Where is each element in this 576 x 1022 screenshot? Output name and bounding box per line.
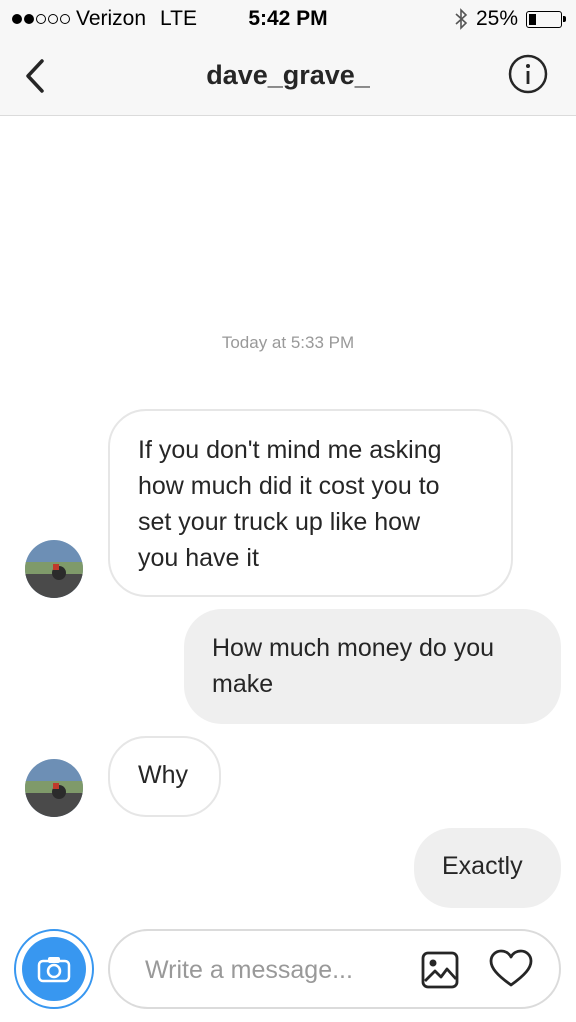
message-input[interactable] — [143, 949, 407, 991]
bluetooth-icon — [455, 8, 468, 30]
conversation-timestamp: Today at 5:33 PM — [221, 333, 355, 352]
message-line: set your truck up like how — [138, 508, 421, 536]
message-line: How much money do you — [212, 634, 495, 662]
message-line: make — [212, 670, 274, 698]
chat-header: dave_grave_ — [0, 38, 576, 116]
camera-icon — [37, 957, 71, 983]
status-right: 25% — [454, 7, 566, 31]
message-bubble-incoming[interactable]: If you don't mind me asking how much did… — [108, 409, 513, 597]
sender-avatar[interactable] — [25, 540, 83, 598]
status-bar: Verizon LTE 5:42 PM 25% — [0, 0, 576, 38]
message-line: Why — [138, 761, 188, 789]
avatar-image — [25, 540, 83, 598]
info-icon[interactable] — [508, 54, 548, 94]
sender-avatar[interactable] — [25, 759, 83, 817]
message-bubble-incoming[interactable]: Why — [108, 736, 221, 817]
avatar-image — [25, 759, 83, 817]
message-line: you have it — [138, 544, 259, 572]
message-bubble-outgoing[interactable]: Exactly — [414, 828, 561, 908]
message-line: Exactly — [442, 852, 523, 880]
message-line: If you don't mind me asking — [138, 436, 442, 464]
message-composer — [108, 929, 561, 1009]
camera-button-fill — [22, 937, 86, 1001]
battery-icon — [526, 10, 566, 28]
gallery-icon[interactable] — [421, 951, 459, 989]
chat-title[interactable]: dave_grave_ — [0, 60, 576, 91]
camera-button[interactable] — [14, 929, 94, 1009]
heart-icon[interactable] — [489, 949, 533, 989]
battery-percent: 25% — [475, 7, 518, 30]
message-bubble-outgoing[interactable]: How much money do you make — [184, 609, 561, 724]
message-line: how much did it cost you to — [138, 472, 440, 500]
